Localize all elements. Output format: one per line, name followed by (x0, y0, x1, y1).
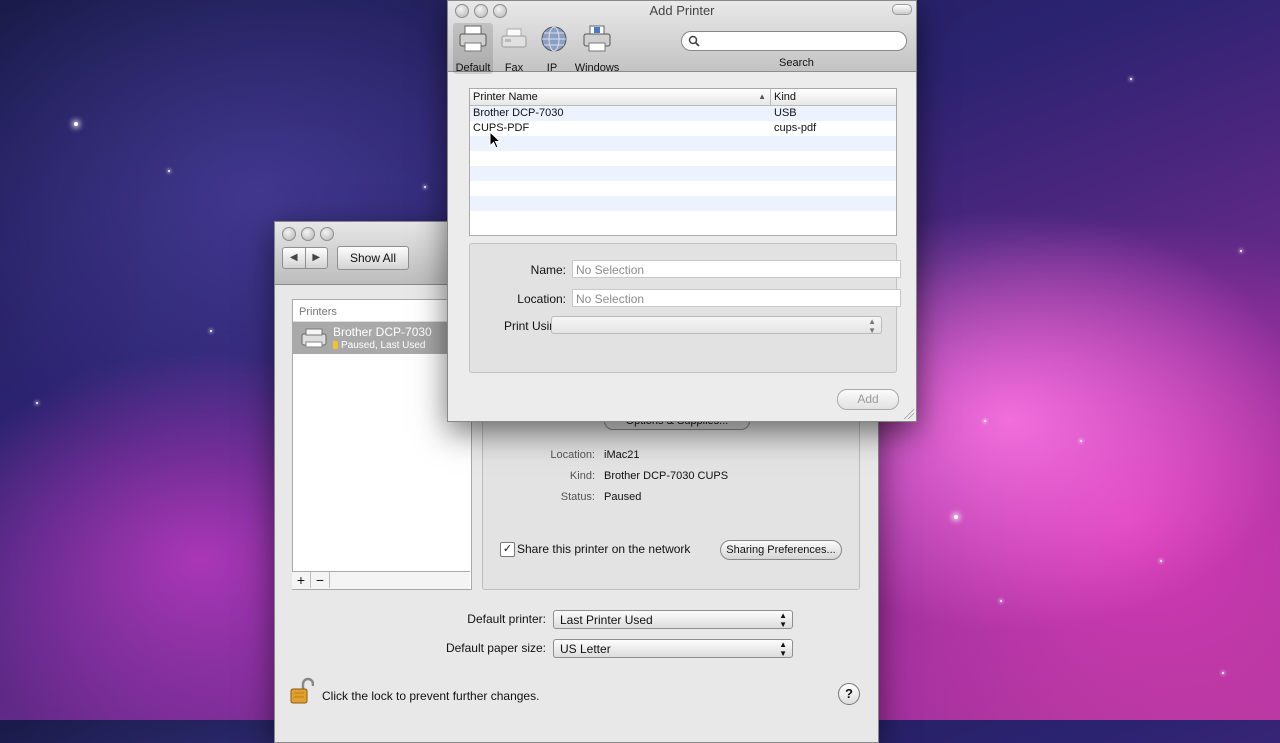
search-icon (688, 35, 700, 47)
star (1160, 560, 1162, 562)
table-body: Brother DCP-7030 USB CUPS-PDF cups-pdf (470, 106, 896, 226)
empty-row (470, 151, 896, 166)
name-label: Name: (530, 263, 566, 277)
sort-ascending-icon: ▲ (758, 92, 766, 101)
help-button[interactable]: ? (838, 683, 860, 705)
fax-icon (501, 28, 527, 48)
printer-list-item-brother[interactable]: Brother DCP-7030 Paused, Last Used (293, 322, 471, 354)
toolbar-toggle-button[interactable] (892, 4, 912, 15)
forward-button[interactable]: ▶ (306, 248, 328, 268)
globe-icon (541, 26, 567, 52)
share-printer-label: Share this printer on the network (517, 542, 691, 556)
detail-location-value: iMac21 (604, 449, 640, 461)
default-paper-label: Default paper size: (445, 641, 546, 655)
resize-grip-icon[interactable] (904, 409, 914, 419)
toolbar-label: Windows (574, 62, 620, 74)
window-title: Add Printer (649, 3, 715, 18)
printer-kind-cell: cups-pdf (774, 122, 817, 134)
add-printer-window: Add Printer Default Fax IP Windows Searc… (447, 0, 917, 422)
star (1222, 672, 1224, 674)
table-header: Printer Name ▲ Kind (470, 89, 896, 106)
detail-kind-value: Brother DCP-7030 CUPS (604, 470, 729, 482)
column-header-printer-name[interactable]: Printer Name ▲ (470, 89, 770, 105)
printer-kind-cell: USB (774, 107, 797, 119)
printer-list: Printers Brother DCP-7030 Paused, Last U… (292, 299, 472, 590)
detail-key: Location: (550, 449, 595, 461)
toolbar-label: Fax (504, 62, 524, 74)
popup-arrows-icon: ▲ ▼ (779, 640, 787, 658)
star (1130, 78, 1132, 80)
star (1240, 250, 1242, 252)
empty-row (470, 166, 896, 181)
window-controls (282, 227, 339, 244)
popup-arrows-icon: ▲ ▼ (868, 317, 876, 335)
search-field[interactable] (681, 31, 907, 51)
default-paper-popup[interactable]: US Letter ▲ ▼ (553, 639, 793, 658)
printer-status: Paused, Last Used (333, 340, 426, 351)
back-forward-buttons: ◀ ▶ (282, 247, 328, 269)
add-button[interactable]: Add (837, 389, 899, 410)
star (210, 330, 212, 332)
mouse-cursor-icon (489, 131, 501, 149)
location-field[interactable]: No Selection (572, 289, 901, 307)
table-row[interactable]: CUPS-PDF cups-pdf (470, 121, 896, 136)
star (168, 170, 170, 172)
paused-badge-icon (333, 341, 338, 349)
search-label: Search (779, 57, 814, 69)
minimize-button[interactable] (301, 227, 315, 241)
popup-arrows-icon: ▲ ▼ (779, 611, 787, 629)
back-button[interactable]: ◀ (283, 248, 306, 268)
toolbar-label: Default (455, 62, 491, 74)
windows-printer-icon (583, 25, 611, 52)
toolbar-windows-button[interactable]: Windows (573, 23, 621, 74)
empty-row (470, 196, 896, 211)
toolbar-label: IP (546, 62, 558, 74)
lock-message: Click the lock to prevent further change… (322, 689, 540, 703)
lock-icon[interactable] (290, 677, 314, 705)
default-printer-popup[interactable]: Last Printer Used ▲ ▼ (553, 610, 793, 629)
printer-name-cell: Brother DCP-7030 (473, 107, 564, 119)
printer-icon (459, 25, 487, 52)
star (954, 515, 958, 519)
toolbar-default-button[interactable]: Default (453, 23, 493, 74)
location-label: Location: (517, 292, 566, 306)
add-printer-button[interactable]: + (292, 572, 311, 588)
toolbar-ip-button[interactable]: IP (538, 23, 567, 74)
column-header-kind[interactable]: Kind (770, 89, 896, 105)
star (1000, 600, 1002, 602)
printer-icon (301, 328, 327, 348)
printer-browser-table: Printer Name ▲ Kind Brother DCP-7030 USB… (469, 88, 897, 236)
detail-status-value: Paused (604, 491, 642, 503)
name-field[interactable]: No Selection (572, 260, 901, 278)
printer-details-panel (482, 403, 860, 590)
sharing-preferences-button[interactable]: Sharing Preferences... (720, 540, 842, 560)
add-printer-toolbar: Add Printer Default Fax IP Windows Searc… (448, 1, 916, 74)
empty-row (470, 181, 896, 196)
zoom-button[interactable] (320, 227, 334, 241)
table-row[interactable]: Brother DCP-7030 USB (470, 106, 896, 121)
empty-row (470, 136, 896, 151)
star (984, 420, 986, 422)
show-all-button[interactable]: Show All (337, 246, 409, 270)
remove-printer-button[interactable]: − (311, 572, 330, 588)
add-remove-bar: + − (292, 571, 470, 589)
printer-name: Brother DCP-7030 (333, 325, 432, 339)
empty-row (470, 211, 896, 226)
star (424, 186, 426, 188)
toolbar-fax-button[interactable]: Fax (498, 23, 530, 74)
print-using-popup[interactable]: ▲ ▼ (551, 316, 882, 335)
detail-key: Kind: (569, 470, 595, 482)
star (74, 122, 78, 126)
detail-key: Status: (560, 491, 595, 503)
close-button[interactable] (282, 227, 296, 241)
star (36, 402, 38, 404)
printers-header: Printers (293, 300, 471, 322)
printer-settings-form: Name: No Selection Location: No Selectio… (469, 243, 901, 373)
printer-name-cell: CUPS-PDF (473, 122, 530, 134)
share-printer-checkbox[interactable]: ✓ (500, 542, 515, 557)
star (1080, 440, 1082, 442)
default-printer-label: Default printer: (467, 612, 546, 626)
